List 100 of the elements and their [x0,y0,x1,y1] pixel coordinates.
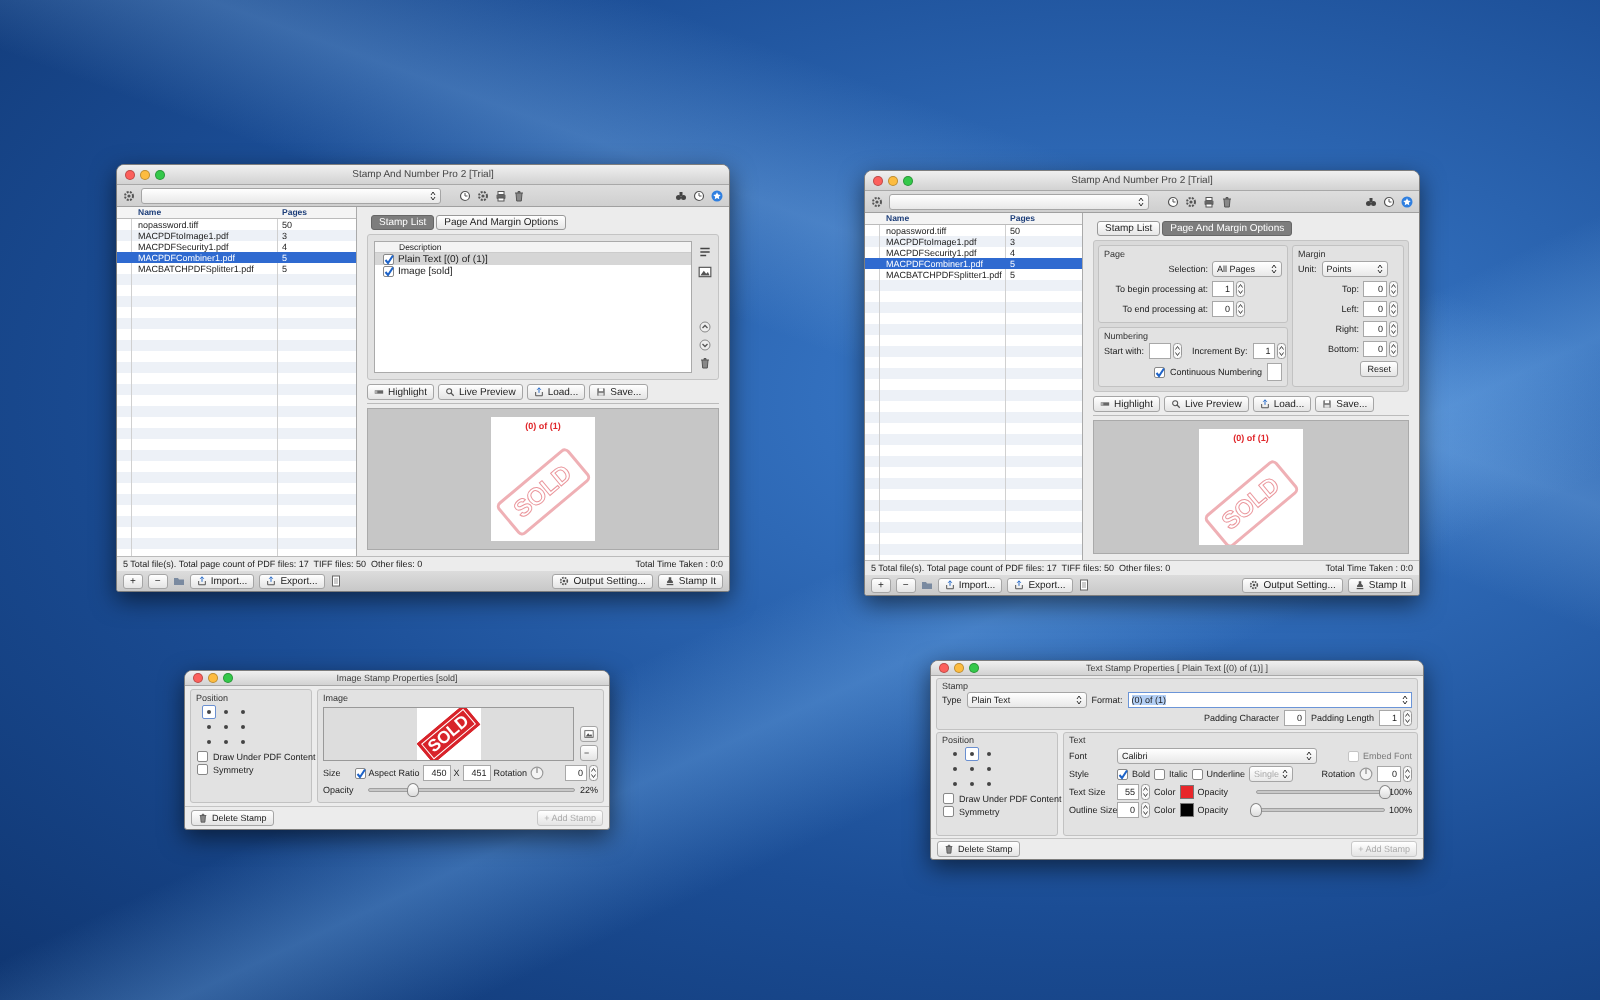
slider-thumb[interactable] [407,783,420,797]
binoculars-icon[interactable] [675,189,687,202]
color-swatch[interactable] [1179,785,1194,799]
dropdown[interactable] [889,193,1149,210]
small-field[interactable] [1267,363,1282,381]
slider-thumb[interactable] [1378,785,1391,799]
star-icon[interactable] [1401,195,1413,208]
stepper-arrows-icon[interactable] [1403,710,1412,726]
choose-image-button[interactable] [580,726,598,742]
position-cell[interactable] [948,747,962,761]
document-icon[interactable] [1077,579,1090,591]
rotation-dial[interactable] [530,766,545,780]
trash-icon[interactable] [513,189,525,202]
stepper-arrows-icon[interactable] [1141,802,1150,818]
close-button[interactable] [193,673,203,683]
position-cell[interactable] [236,705,250,719]
minimize-button[interactable] [954,663,964,673]
zoom-button[interactable] [155,169,165,180]
minimize-button[interactable] [140,169,150,180]
position-cell[interactable] [948,777,962,791]
document-icon[interactable] [329,575,342,587]
star-icon[interactable] [711,189,723,202]
zoom-button[interactable] [969,663,979,673]
gear-icon[interactable] [871,195,883,208]
disk-icon [1322,399,1333,409]
close-button[interactable] [125,169,135,180]
slider-thumb[interactable] [1250,803,1263,817]
position-cell[interactable] [219,735,233,749]
stepper-arrows-icon[interactable] [1236,281,1245,297]
clock-icon[interactable] [459,189,471,202]
minimize-button[interactable] [888,175,898,186]
position-cell[interactable] [982,747,996,761]
position-cell[interactable] [236,735,250,749]
position-cell[interactable] [965,777,979,791]
stepper-arrows-icon[interactable] [1173,343,1182,359]
stepper-arrows-icon[interactable] [1389,301,1398,317]
checkbox[interactable] [197,764,208,775]
binoculars-icon[interactable] [1365,195,1377,208]
stepper-arrows-icon[interactable] [1276,343,1286,359]
color-swatch[interactable] [1179,803,1194,817]
add-text-icon[interactable] [698,245,712,259]
zoom-button[interactable] [223,673,233,683]
picture-icon [584,729,594,739]
minimize-button[interactable] [208,673,218,683]
position-cell[interactable] [982,777,996,791]
clock-icon[interactable] [1167,195,1179,208]
checkbox[interactable] [1191,768,1203,780]
folder-icon[interactable] [172,575,185,587]
gear-icon[interactable] [123,189,135,202]
checkbox[interactable] [943,806,954,817]
folder-icon[interactable] [920,579,933,591]
checkbox[interactable] [383,265,394,277]
checkbox[interactable] [354,767,366,779]
trash-icon[interactable] [699,357,711,369]
move-up-icon[interactable] [699,321,711,333]
printer-icon[interactable] [1203,195,1215,208]
gear-icon[interactable] [477,189,489,202]
checkbox[interactable] [197,751,208,762]
stepper-arrows-icon[interactable] [589,765,598,781]
stepper-arrows-icon[interactable] [1403,766,1412,782]
stepper-arrows-icon[interactable] [1236,301,1245,317]
clock-icon[interactable] [693,189,705,202]
trash-icon[interactable] [1221,195,1233,208]
disk-icon [596,387,607,397]
printer-icon[interactable] [495,189,507,202]
close-button[interactable] [873,175,883,186]
position-cell[interactable] [219,720,233,734]
position-cell[interactable] [202,735,216,749]
position-cell[interactable] [965,747,979,761]
trash-icon [944,844,954,854]
dropdown[interactable] [141,187,441,204]
opacity-slider[interactable] [1256,803,1385,817]
position-cell[interactable] [948,762,962,776]
position-cell[interactable] [965,762,979,776]
rotation-dial[interactable] [1359,767,1373,781]
stepper-arrows-icon[interactable] [1389,341,1398,357]
close-button[interactable] [939,663,949,673]
stepper-arrows-icon[interactable] [1389,281,1398,297]
clock-icon[interactable] [1383,195,1395,208]
checkbox[interactable] [1117,768,1128,780]
position-cell[interactable] [202,720,216,734]
trash-icon [198,813,208,823]
number-field[interactable] [1149,343,1171,359]
gear-icon[interactable] [1185,195,1197,208]
checkbox[interactable] [1154,366,1165,378]
stepper-arrows-icon[interactable] [1389,321,1398,337]
checkbox[interactable] [943,793,954,804]
zoom-button[interactable] [903,175,913,186]
checkbox[interactable] [383,253,394,265]
add-image-icon[interactable] [698,265,712,279]
position-cell[interactable] [202,705,216,719]
stepper-arrows-icon[interactable] [1141,784,1150,800]
position-cell[interactable] [236,720,250,734]
stamp-icon [664,576,675,586]
opacity-slider[interactable] [1256,785,1385,799]
position-cell[interactable] [982,762,996,776]
checkbox[interactable] [1154,768,1165,780]
move-down-icon[interactable] [699,339,711,351]
position-cell[interactable] [219,705,233,719]
gear-icon [1249,580,1260,590]
